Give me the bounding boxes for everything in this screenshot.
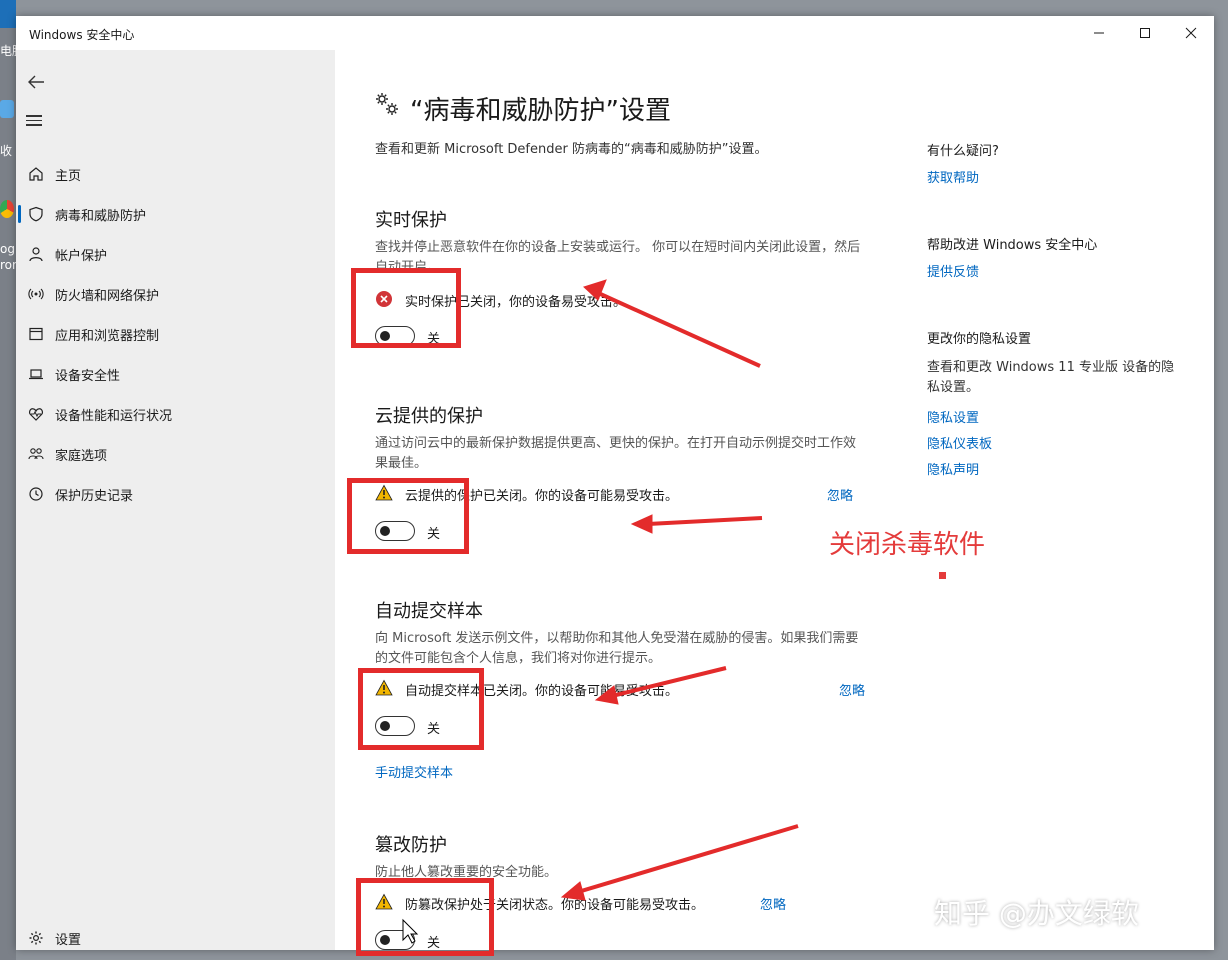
section-title-tamper: 篡改防护 (375, 835, 447, 856)
sidebar-item-label: 防火墙和网络保护 (55, 288, 160, 304)
heart-icon (27, 405, 45, 423)
history-icon (27, 485, 45, 503)
settings-gears-icon (373, 90, 403, 120)
close-icon (1185, 27, 1197, 39)
sidebar-item-label: 主页 (55, 168, 82, 184)
get-help-link[interactable]: 获取帮助 (927, 167, 979, 186)
annotation-box (347, 478, 469, 554)
ignore-link-cloud[interactable]: 忽略 (827, 485, 853, 504)
app-window-icon (27, 325, 45, 343)
sidebar-item-app-browser[interactable]: 应用和浏览器控制 (16, 316, 335, 352)
sidebar-item-device-security[interactable]: 设备安全性 (16, 356, 335, 392)
help-heading: 有什么疑问? (927, 144, 999, 159)
sidebar-item-home[interactable]: 主页 (16, 156, 335, 192)
privacy-statement-link[interactable]: 隐私声明 (927, 459, 979, 478)
window-title: Windows 安全中心 (29, 28, 135, 42)
privacy-text: 查看和更改 Windows 11 专业版 设备的隐私设置。 (927, 360, 1175, 395)
annotation-text: 关闭杀毒软件 (829, 530, 986, 560)
home-icon (27, 165, 45, 183)
sidebar-item-label: 保护历史记录 (55, 488, 134, 504)
laptop-icon (27, 365, 45, 383)
desktop-label: og (0, 242, 15, 256)
section-desc-sample: 向 Microsoft 发送示例文件，以帮助你和其他人免受潜在威胁的侵害。如果我… (375, 631, 859, 666)
sidebar-item-history[interactable]: 保护历史记录 (16, 476, 335, 512)
menu-button[interactable] (26, 112, 46, 128)
shield-icon (27, 205, 45, 223)
sidebar-item-settings[interactable]: 设置 (16, 920, 335, 950)
ignore-link-sample[interactable]: 忽略 (839, 680, 865, 699)
minimize-button[interactable] (1076, 16, 1122, 50)
arrow-left-icon (28, 75, 44, 89)
maximize-icon (1140, 28, 1150, 38)
page-title: “病毒和威胁防护”设置 (410, 96, 671, 126)
close-button[interactable] (1168, 16, 1214, 50)
minimize-icon (1094, 32, 1104, 34)
sidebar-item-virus-protection[interactable]: 病毒和威胁防护 (16, 196, 335, 232)
sidebar-item-label: 设备安全性 (55, 368, 121, 384)
sidebar-item-device-health[interactable]: 设备性能和运行状况 (16, 396, 335, 432)
improve-heading: 帮助改进 Windows 安全中心 (927, 238, 1098, 253)
feedback-link[interactable]: 提供反馈 (927, 261, 979, 280)
desktop-label: 收 (0, 144, 13, 158)
section-title-sample: 自动提交样本 (375, 601, 483, 622)
section-title-realtime: 实时保护 (375, 210, 447, 231)
sidebar-item-label: 应用和浏览器控制 (55, 328, 160, 344)
annotation-box (356, 878, 494, 956)
watermark: 知乎 @办文绿软 (934, 897, 1139, 930)
sidebar-item-label: 家庭选项 (55, 448, 108, 464)
sidebar-item-family[interactable]: 家庭选项 (16, 436, 335, 472)
sidebar-item-firewall[interactable]: 防火墙和网络保护 (16, 276, 335, 312)
privacy-settings-link[interactable]: 隐私设置 (927, 407, 979, 426)
back-button[interactable] (24, 72, 48, 96)
sidebar-item-label: 设备性能和运行状况 (55, 408, 173, 424)
family-icon (27, 445, 45, 463)
sidebar-item-label: 病毒和威胁防护 (55, 208, 147, 224)
sidebar-item-account[interactable]: 帐户保护 (16, 236, 335, 272)
person-icon (27, 245, 45, 263)
maximize-button[interactable] (1122, 16, 1168, 50)
gear-icon (27, 929, 45, 947)
sidebar-item-label: 设置 (55, 932, 82, 948)
sidebar: 主页 病毒和威胁防护 帐户保护 防火墙和网络保护 应用和浏览器控制 设备安全性 … (16, 50, 335, 950)
page-subtitle: 查看和更新 Microsoft Defender 防病毒的“病毒和威胁防护”设置… (375, 142, 768, 157)
annotation-dot (939, 572, 946, 579)
sidebar-item-label: 帐户保护 (55, 248, 108, 264)
title-bar[interactable]: Windows 安全中心 (16, 16, 1214, 50)
ignore-link-tamper[interactable]: 忽略 (760, 894, 786, 913)
chrome-icon[interactable] (0, 200, 14, 218)
annotation-box (351, 268, 461, 348)
section-title-cloud: 云提供的保护 (375, 406, 483, 427)
manual-submit-link[interactable]: 手动提交样本 (375, 762, 453, 781)
security-center-window: Windows 安全中心 主页 病毒和威胁防护 帐户保护 防火墙和网络保护 应用… (16, 16, 1214, 950)
privacy-heading: 更改你的隐私设置 (927, 332, 1032, 347)
recycle-bin-icon[interactable] (0, 100, 14, 118)
privacy-dashboard-link[interactable]: 隐私仪表板 (927, 433, 992, 452)
annotation-box (358, 668, 484, 750)
wifi-icon (27, 285, 45, 303)
section-desc-cloud: 通过访问云中的最新保护数据提供更高、更快的保护。在打开自动示例提交时工作效果最佳… (375, 436, 857, 471)
